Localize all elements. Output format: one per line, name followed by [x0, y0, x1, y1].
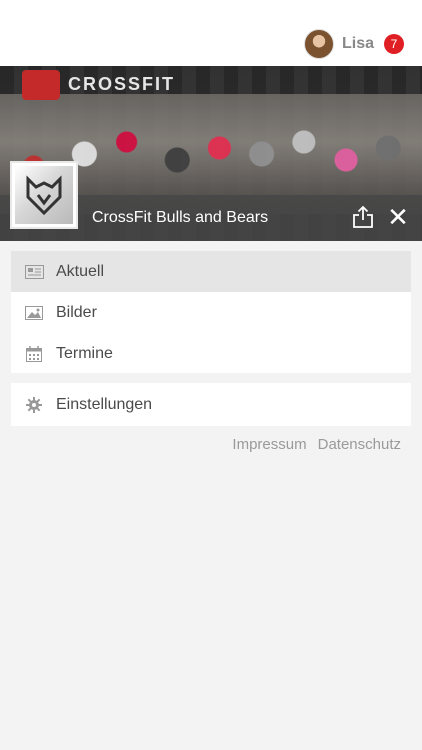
- wolf-logo-icon: [26, 175, 62, 216]
- user-profile[interactable]: Lisa 7: [303, 29, 404, 59]
- calendar-icon: [24, 344, 44, 364]
- share-icon[interactable]: [352, 205, 374, 229]
- footer-links: Impressum Datenschutz: [232, 436, 401, 453]
- main-menu: Aktuell Bilder Termine: [11, 251, 411, 373]
- impressum-link[interactable]: Impressum: [232, 436, 306, 453]
- gym-logo: [10, 161, 78, 229]
- wall-text: CROSSFIT: [68, 74, 176, 94]
- top-bar: Lisa 7: [0, 0, 422, 66]
- menu-item-einstellungen[interactable]: Einstellungen: [11, 383, 411, 426]
- menu-item-label: Bilder: [56, 303, 97, 321]
- image-icon: [24, 303, 44, 323]
- menu-item-label: Aktuell: [56, 262, 105, 280]
- menu-item-label: Einstellungen: [56, 395, 153, 413]
- newspaper-icon: [24, 262, 44, 282]
- wall-logo: [22, 70, 60, 100]
- datenschutz-link[interactable]: Datenschutz: [318, 436, 401, 453]
- menu-item-label: Termine: [56, 344, 113, 362]
- menu-item-termine[interactable]: Termine: [11, 333, 411, 374]
- menu-item-bilder[interactable]: Bilder: [11, 292, 411, 333]
- close-icon[interactable]: ✕: [386, 204, 410, 230]
- avatar[interactable]: [303, 29, 334, 59]
- gym-name: CrossFit Bulls and Bears: [92, 209, 269, 226]
- menu-item-aktuell[interactable]: Aktuell: [11, 251, 411, 292]
- settings-menu: Einstellungen: [11, 383, 411, 426]
- user-name[interactable]: Lisa: [342, 35, 374, 53]
- notification-badge[interactable]: 7: [384, 34, 404, 54]
- gear-icon: [24, 395, 44, 415]
